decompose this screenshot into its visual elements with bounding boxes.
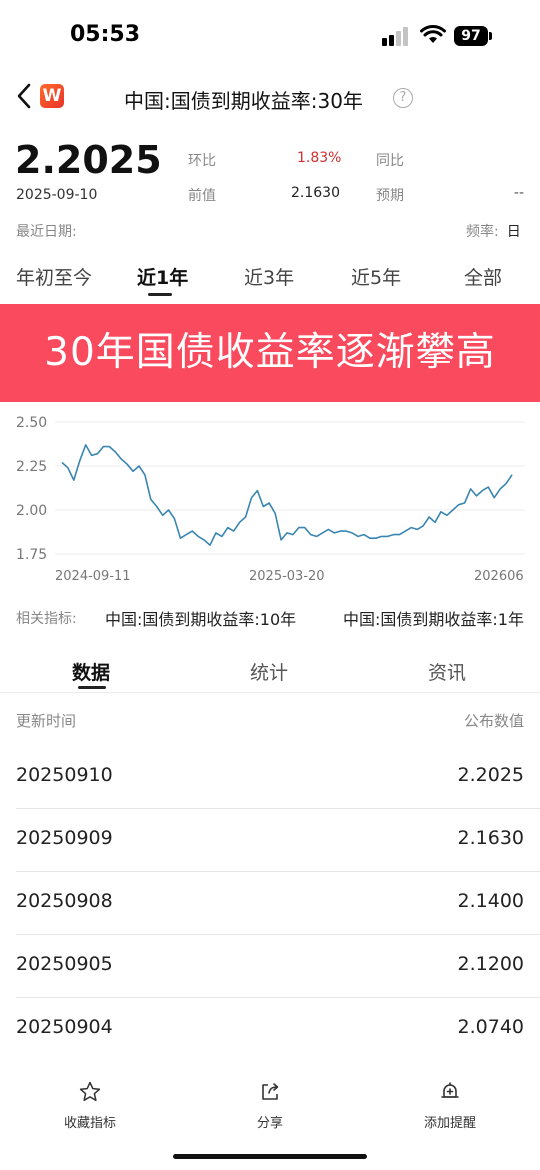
tab-all[interactable]: 全部: [464, 263, 502, 290]
tab-news[interactable]: 资讯: [428, 658, 466, 685]
prev-label: 前值: [188, 188, 216, 204]
row-value: 2.1200: [457, 953, 524, 975]
row-date: 20250910: [16, 764, 113, 786]
back-arrow-icon[interactable]: [14, 82, 34, 110]
value-date: 2025-09-10: [16, 187, 98, 203]
table-row[interactable]: 20250908 2.1400: [0, 872, 540, 935]
favorite-label: 收藏指标: [63, 1116, 116, 1131]
row-date: 20250904: [16, 1016, 113, 1038]
yield-line-chart[interactable]: 2.50 2.25 2.00 1.75 2024-09-11 2025-03-20 2026…: [0, 404, 540, 590]
active-tab-indicator: [148, 293, 172, 296]
related-label: 相关指标:: [16, 611, 77, 627]
forecast-value: --: [513, 185, 524, 201]
y-tick-label: 2.00: [16, 503, 47, 519]
share-icon: [262, 1083, 279, 1100]
active-data-tab-indicator: [78, 686, 106, 689]
frequency-label: 频率:: [466, 224, 499, 240]
share-button[interactable]: 分享: [210, 1080, 330, 1131]
alarm-plus-icon: [441, 1082, 459, 1098]
x-tick-label: 2024-09-11: [55, 569, 131, 584]
tab-5y[interactable]: 近5年: [351, 263, 401, 290]
tab-1y[interactable]: 近1年: [137, 263, 188, 290]
row-value: 2.1630: [457, 827, 524, 849]
column-header-value: 公布数值: [463, 712, 524, 730]
frequency-value: 日: [506, 224, 521, 240]
prev-value: 2.1630: [291, 185, 340, 201]
row-date: 20250905: [16, 953, 113, 975]
mom-label: 环比: [188, 153, 216, 169]
y-tick-label: 2.25: [16, 459, 47, 475]
cellular-signal-icon: [382, 26, 412, 46]
tab-ytd[interactable]: 年初至今: [16, 263, 92, 290]
battery-level: 97: [454, 26, 488, 46]
row-value: 2.1400: [457, 890, 524, 912]
table-row[interactable]: 20250909 2.1630: [0, 809, 540, 872]
row-value: 2.0740: [457, 1016, 524, 1038]
add-reminder-label: 添加提醒: [423, 1116, 476, 1131]
yoy-label: 同比: [376, 153, 404, 169]
page-title: 中国:国债到期收益率:30年: [124, 89, 363, 113]
series-line: [61, 444, 513, 546]
row-value: 2.2025: [457, 764, 524, 786]
frequency: 频率: 日: [466, 221, 521, 241]
tab-3y[interactable]: 近3年: [244, 263, 294, 290]
table-row[interactable]: 20250904 2.0740: [0, 998, 540, 1061]
table-row[interactable]: 20250910 2.2025: [0, 746, 540, 809]
x-tick-label: 202606: [474, 569, 524, 584]
related-item-10y[interactable]: 中国:国债到期收益率:10年: [105, 606, 296, 630]
help-icon[interactable]: ?: [393, 88, 413, 108]
x-tick-label: 2025-03-20: [249, 569, 325, 584]
related-item-1y[interactable]: 中国:国债到期收益率:1年: [343, 606, 524, 630]
column-header-time: 更新时间: [16, 712, 77, 730]
y-tick-label: 1.75: [16, 547, 47, 563]
favorite-button[interactable]: 收藏指标: [30, 1080, 150, 1131]
tab-data[interactable]: 数据: [72, 658, 110, 685]
wifi-icon: [420, 25, 446, 43]
star-icon: [79, 1081, 101, 1102]
row-date: 20250909: [16, 827, 113, 849]
home-indicator: [173, 1154, 367, 1159]
app-logo: W: [40, 84, 64, 108]
status-time: 05:53: [70, 22, 141, 47]
current-value: 2.2025: [15, 138, 162, 182]
mom-value: 1.83%: [297, 150, 342, 166]
row-date: 20250908: [16, 890, 113, 912]
tab-stats[interactable]: 统计: [250, 658, 288, 685]
headline-banner: 30年国债收益率逐渐攀高: [0, 304, 540, 402]
recent-date-label: 最近日期:: [16, 224, 77, 240]
share-label: 分享: [256, 1116, 283, 1131]
tabs-divider: [0, 692, 540, 693]
add-reminder-button[interactable]: 添加提醒: [390, 1080, 510, 1131]
y-tick-label: 2.50: [16, 415, 47, 431]
forecast-label: 预期: [376, 188, 404, 204]
table-row[interactable]: 20250905 2.1200: [0, 935, 540, 998]
battery-icon: [489, 32, 492, 40]
